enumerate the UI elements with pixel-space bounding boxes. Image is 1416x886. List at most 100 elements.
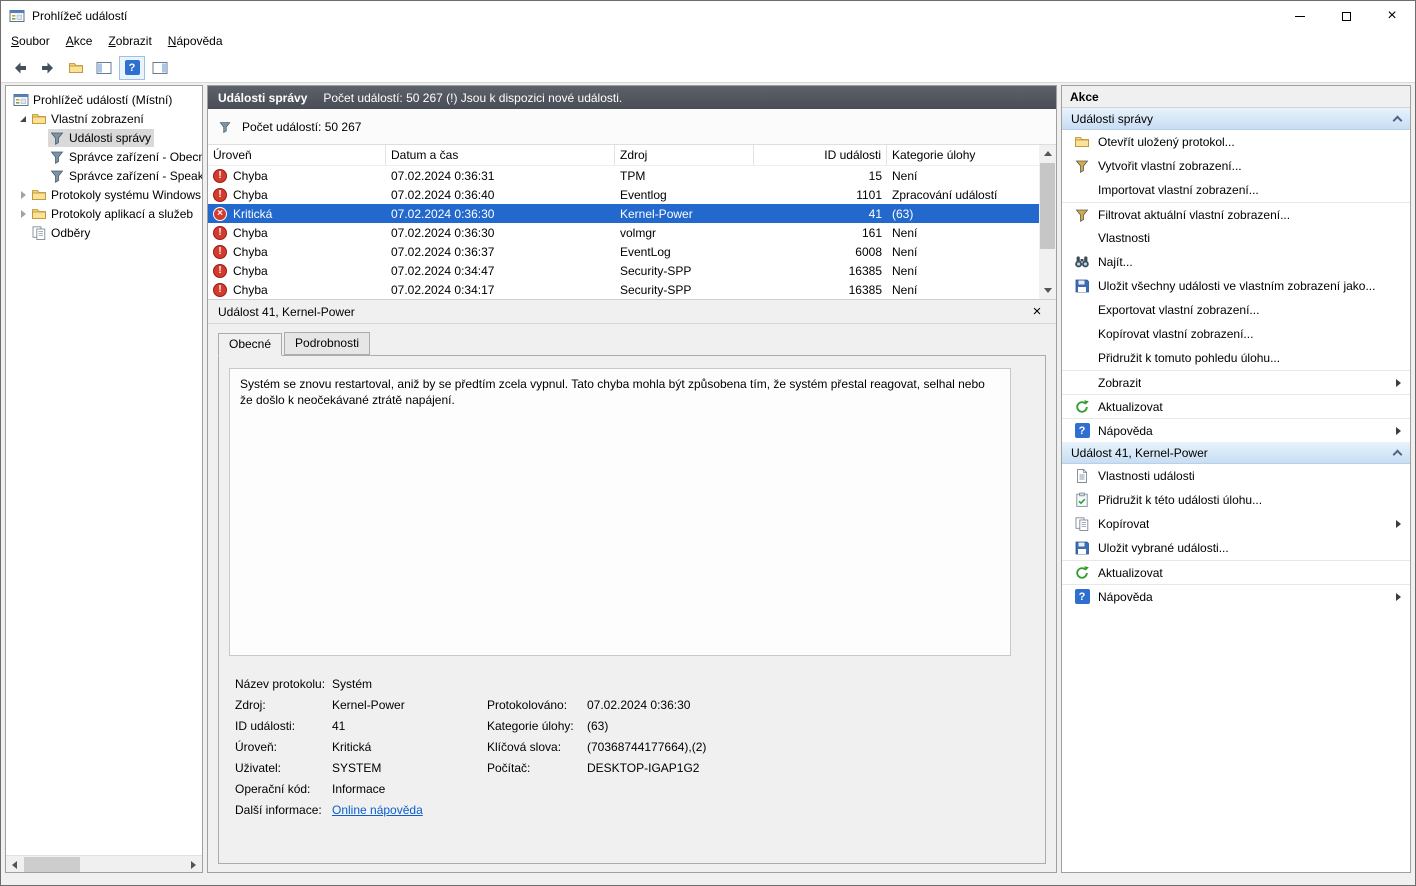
field-computer-label: Počítač: <box>487 758 587 779</box>
action-save-selected-events[interactable]: Uložit vybrané události... <box>1062 536 1410 560</box>
tree-horizontal-scrollbar[interactable] <box>6 855 202 872</box>
event-description[interactable]: Systém se znovu restartoval, aniž by se … <box>229 368 1011 656</box>
action-import-custom-view[interactable]: Importovat vlastní zobrazení... <box>1062 178 1410 202</box>
collapsed-chevron-icon[interactable] <box>18 209 28 219</box>
event-level: Chyba <box>233 283 268 297</box>
column-header-source[interactable]: Zdroj <box>615 145 754 165</box>
event-id: 161 <box>754 226 887 240</box>
tree-item-subscriptions[interactable]: Odběry <box>6 223 202 242</box>
scrollbar-thumb[interactable] <box>24 857 80 872</box>
tree-item-label: Události správy <box>69 131 151 145</box>
scroll-down-button[interactable] <box>1039 282 1056 299</box>
action-find[interactable]: Najít... <box>1062 250 1410 274</box>
event-category: Není <box>887 283 1039 297</box>
tree-item-device-manager-speaker[interactable]: Správce zařízení - Speake <box>6 166 202 185</box>
tree-item-app-service-logs[interactable]: Protokoly aplikací a služeb <box>6 204 202 223</box>
action-properties[interactable]: Vlastnosti <box>1062 226 1410 250</box>
menu-napoveda[interactable]: Nápověda <box>160 31 231 53</box>
action-label: Uložit všechny události ve vlastním zobr… <box>1098 279 1375 293</box>
action-copy-submenu[interactable]: Kopírovat <box>1062 512 1410 536</box>
expanded-chevron-icon[interactable] <box>18 114 28 124</box>
section-title: Událost 41, Kernel-Power <box>1071 446 1208 460</box>
tree-item-root[interactable]: Prohlížeč událostí (Místní) <box>6 90 202 109</box>
field-log-label: Název protokolu: <box>235 674 332 695</box>
error-icon: ! <box>213 283 227 297</box>
action-label: Vytvořit vlastní zobrazení... <box>1098 159 1242 173</box>
field-empty <box>487 779 587 800</box>
close-button[interactable]: × <box>1369 1 1415 31</box>
maximize-button[interactable] <box>1323 1 1369 31</box>
scroll-right-button[interactable] <box>185 856 202 873</box>
action-attach-task-to-event[interactable]: Přidružit k této události úlohu... <box>1062 488 1410 512</box>
event-category: Není <box>887 169 1039 183</box>
scroll-up-button[interactable] <box>1039 145 1056 162</box>
event-row[interactable]: !Chyba 07.02.2024 0:34:17 Security-SPP 1… <box>208 280 1039 299</box>
event-category: Není <box>887 245 1039 259</box>
event-row[interactable]: !Chyba 07.02.2024 0:36:37 EventLog 6008 … <box>208 242 1039 261</box>
subscriptions-icon <box>31 225 47 241</box>
action-event-properties[interactable]: Vlastnosti události <box>1062 464 1410 488</box>
online-help-link[interactable]: Online nápověda <box>332 803 423 817</box>
collapsed-chevron-icon[interactable] <box>18 190 28 200</box>
event-level: Chyba <box>233 226 268 240</box>
action-copy-custom-view[interactable]: Kopírovat vlastní zobrazení... <box>1062 322 1410 346</box>
column-header-category[interactable]: Kategorie úlohy <box>887 145 1039 165</box>
tree-item-windows-logs[interactable]: Protokoly systému Windows <box>6 185 202 204</box>
column-header-datetime[interactable]: Datum a čas <box>386 145 615 165</box>
app-icon <box>9 8 25 24</box>
detail-close-button[interactable]: × <box>1028 303 1046 321</box>
event-datetime: 07.02.2024 0:36:30 <box>386 207 615 221</box>
action-help-event-submenu[interactable]: ? Nápověda <box>1062 584 1410 608</box>
minimize-button[interactable] <box>1277 1 1323 31</box>
action-refresh[interactable]: Aktualizovat <box>1062 394 1410 418</box>
submenu-arrow-icon <box>1396 520 1401 528</box>
actions-section-admin-events[interactable]: Události správy <box>1062 108 1410 130</box>
back-button[interactable] <box>7 56 33 80</box>
action-pane-toggle-button[interactable] <box>147 56 173 80</box>
error-icon: ! <box>213 226 227 240</box>
event-row[interactable]: !Chyba 07.02.2024 0:36:31 TPM 15 Není <box>208 166 1039 185</box>
column-header-event-id[interactable]: ID události <box>754 145 887 165</box>
action-create-custom-view[interactable]: Vytvořit vlastní zobrazení... <box>1062 154 1410 178</box>
action-help-submenu[interactable]: ? Nápověda <box>1062 418 1410 442</box>
tab-details[interactable]: Podrobnosti <box>284 332 370 355</box>
action-open-saved-log[interactable]: Otevřít uložený protokol... <box>1062 130 1410 154</box>
action-refresh-event[interactable]: Aktualizovat <box>1062 560 1410 584</box>
event-row[interactable]: !Chyba 07.02.2024 0:36:30 volmgr 161 Nen… <box>208 223 1039 242</box>
scrollbar-thumb[interactable] <box>1040 163 1055 249</box>
menu-soubor[interactable]: Soubor <box>3 31 58 53</box>
column-header-level[interactable]: Úroveň <box>208 145 386 165</box>
event-row[interactable]: !Chyba 07.02.2024 0:36:40 Eventlog 1101 … <box>208 185 1039 204</box>
tab-general[interactable]: Obecné <box>218 333 282 356</box>
help-button[interactable]: ? <box>119 56 145 80</box>
events-vertical-scrollbar[interactable] <box>1039 145 1056 299</box>
tree-node: Správce zařízení - Speake <box>48 167 202 185</box>
tree-item-custom-views[interactable]: Vlastní zobrazení <box>6 109 202 128</box>
action-label: Kopírovat <box>1098 517 1149 531</box>
actions-section-selected-event[interactable]: Událost 41, Kernel-Power <box>1062 442 1410 464</box>
tree-item-admin-events[interactable]: Události správy <box>6 128 202 147</box>
console-tree-toggle-button[interactable] <box>91 56 117 80</box>
event-id: 1101 <box>754 188 887 202</box>
event-row-selected[interactable]: ×Kritická 07.02.2024 0:36:30 Kernel-Powe… <box>208 204 1039 223</box>
open-log-button[interactable] <box>63 56 89 80</box>
event-row[interactable]: !Chyba 07.02.2024 0:34:47 Security-SPP 1… <box>208 261 1039 280</box>
action-export-custom-view[interactable]: Exportovat vlastní zobrazení... <box>1062 298 1410 322</box>
action-view-submenu[interactable]: Zobrazit <box>1062 370 1410 394</box>
forward-button[interactable] <box>35 56 61 80</box>
action-save-all-events[interactable]: Uložit všechny události ve vlastním zobr… <box>1062 274 1410 298</box>
icon-spacer <box>1074 350 1090 366</box>
menu-zobrazit[interactable]: Zobrazit <box>100 31 159 53</box>
action-filter-current-view[interactable]: Filtrovat aktuální vlastní zobrazení... <box>1062 202 1410 226</box>
action-attach-task-to-view[interactable]: Přidružit k tomuto pohledu úlohu... <box>1062 346 1410 370</box>
back-arrow-icon <box>12 60 28 76</box>
event-level: Kritická <box>233 207 272 221</box>
folder-icon <box>31 187 47 203</box>
menu-akce[interactable]: Akce <box>58 31 101 53</box>
submenu-arrow-icon <box>1396 593 1401 601</box>
scroll-down-icon <box>1044 288 1052 293</box>
tree-item-device-manager-general[interactable]: Správce zařízení - Obecny <box>6 147 202 166</box>
error-icon: ! <box>213 264 227 278</box>
icon-spacer <box>1074 302 1090 318</box>
scroll-left-button[interactable] <box>6 856 23 873</box>
